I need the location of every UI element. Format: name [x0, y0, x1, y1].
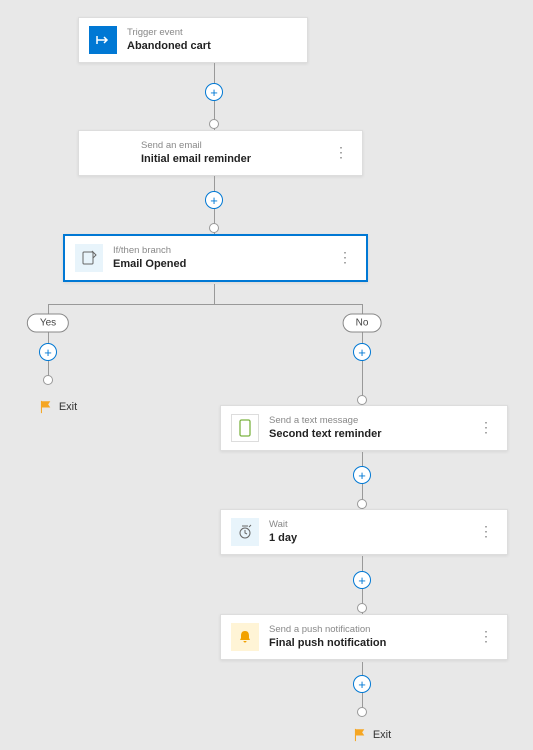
- sms-menu-icon[interactable]: [475, 425, 497, 431]
- add-step-button[interactable]: +: [39, 343, 57, 361]
- add-step-button[interactable]: +: [205, 191, 223, 209]
- branch-icon: [75, 244, 103, 272]
- trigger-card[interactable]: Trigger event Abandoned cart: [78, 17, 308, 63]
- exit-yes: Exit: [39, 400, 77, 414]
- add-step-button[interactable]: +: [353, 571, 371, 589]
- connector-node: [209, 119, 219, 129]
- push-title: Final push notification: [269, 636, 475, 650]
- wait-text: Wait 1 day: [269, 519, 475, 546]
- flag-icon: [39, 400, 53, 414]
- email-text: Send an email Initial email reminder: [141, 140, 330, 167]
- connector-node: [357, 603, 367, 613]
- sms-title: Second text reminder: [269, 427, 475, 441]
- wait-menu-icon[interactable]: [475, 529, 497, 535]
- add-step-button[interactable]: +: [353, 675, 371, 693]
- wait-title: 1 day: [269, 531, 475, 545]
- email-icon: [89, 139, 117, 167]
- branch-menu-icon[interactable]: [334, 255, 356, 261]
- connector-node: [357, 707, 367, 717]
- connector-node: [209, 223, 219, 233]
- branch-line: [48, 304, 362, 305]
- wait-icon: [231, 518, 259, 546]
- push-label: Send a push notification: [269, 624, 475, 635]
- email-label: Send an email: [141, 140, 330, 151]
- email-title: Initial email reminder: [141, 152, 330, 166]
- wait-card[interactable]: Wait 1 day: [220, 509, 508, 555]
- email-card[interactable]: Send an email Initial email reminder: [78, 130, 363, 176]
- trigger-label: Trigger event: [127, 27, 297, 38]
- add-step-button[interactable]: +: [205, 83, 223, 101]
- connector-node: [357, 395, 367, 405]
- wait-label: Wait: [269, 519, 475, 530]
- email-menu-icon[interactable]: [330, 150, 352, 156]
- exit-yes-label: Exit: [59, 401, 77, 413]
- sms-icon: [231, 414, 259, 442]
- connector-node: [357, 499, 367, 509]
- sms-label: Send a text message: [269, 415, 475, 426]
- push-text: Send a push notification Final push noti…: [269, 624, 475, 651]
- push-card[interactable]: Send a push notification Final push noti…: [220, 614, 508, 660]
- push-menu-icon[interactable]: [475, 634, 497, 640]
- branch-card[interactable]: If/then branch Email Opened: [63, 234, 368, 282]
- exit-no: Exit: [353, 728, 391, 742]
- bell-icon: [231, 623, 259, 651]
- connector: [214, 284, 215, 304]
- branch-text: If/then branch Email Opened: [113, 245, 334, 272]
- branch-title: Email Opened: [113, 257, 334, 271]
- branch-label: If/then branch: [113, 245, 334, 256]
- trigger-title: Abandoned cart: [127, 39, 297, 53]
- branch-yes-pill[interactable]: Yes: [27, 314, 69, 333]
- flag-icon: [353, 728, 367, 742]
- sms-text: Send a text message Second text reminder: [269, 415, 475, 442]
- add-step-button[interactable]: +: [353, 343, 371, 361]
- add-step-button[interactable]: +: [353, 466, 371, 484]
- trigger-icon: [89, 26, 117, 54]
- trigger-text: Trigger event Abandoned cart: [127, 27, 297, 54]
- branch-no-pill[interactable]: No: [343, 314, 382, 333]
- sms-card[interactable]: Send a text message Second text reminder: [220, 405, 508, 451]
- connector-node: [43, 375, 53, 385]
- exit-no-label: Exit: [373, 729, 391, 741]
